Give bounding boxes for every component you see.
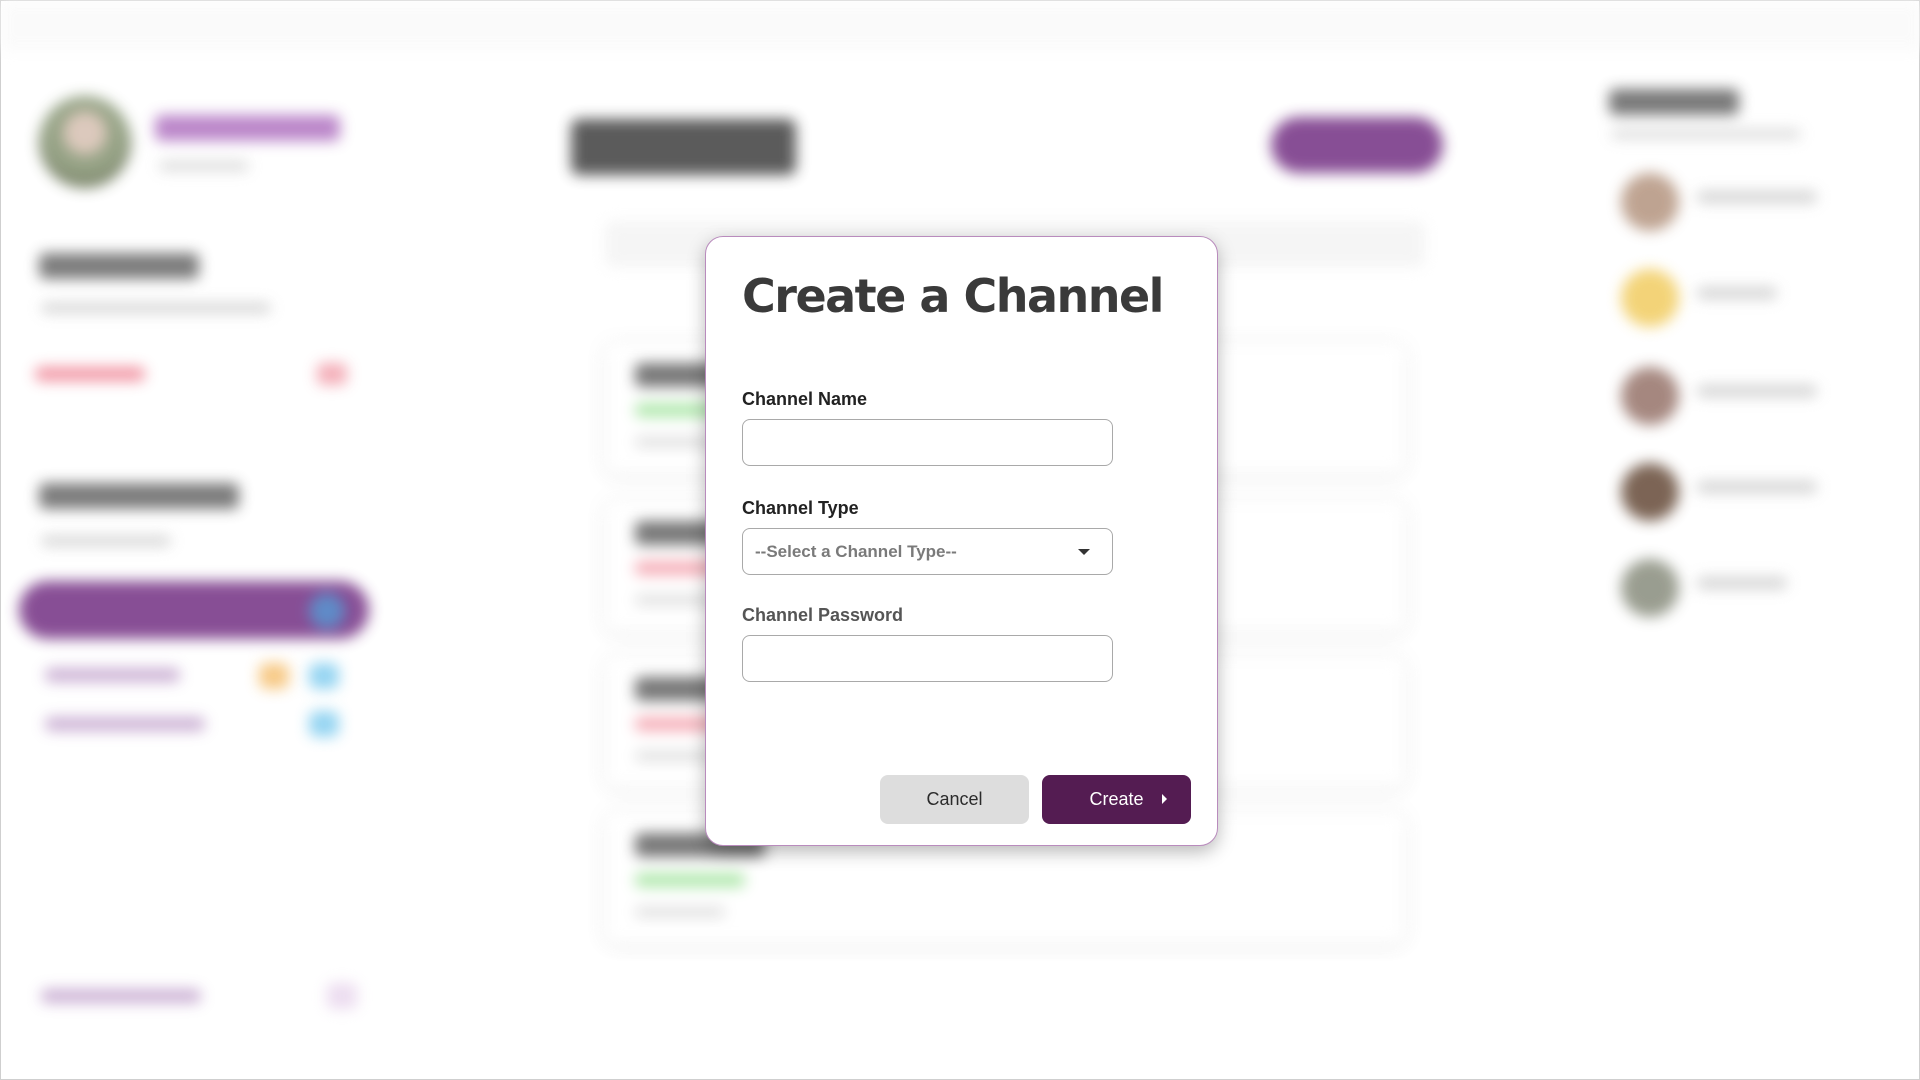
badge-icon: [309, 663, 339, 689]
app-window: Create a Channel Channel Name Channel Ty…: [0, 0, 1920, 1080]
badge-icon: [259, 663, 289, 689]
channel-password-input[interactable]: [742, 635, 1113, 682]
channel-badge-icon: [309, 593, 345, 629]
avatar: [1621, 367, 1679, 425]
member-name: [1697, 577, 1787, 589]
arrow-right-icon: [1162, 794, 1167, 804]
channel-name-input[interactable]: [742, 419, 1113, 466]
user-name-placeholder: [155, 115, 340, 141]
settings-link-placeholder: [41, 989, 201, 1003]
logout-link-placeholder: [35, 367, 145, 381]
avatar: [1621, 173, 1679, 231]
channel-type-selected-value: --Select a Channel Type--: [755, 541, 957, 561]
avatar: [1621, 463, 1679, 521]
sidebar-subline: [41, 303, 271, 313]
logout-icon: [317, 363, 347, 385]
card-tag: [635, 873, 745, 887]
channel-password-label: Channel Password: [742, 605, 904, 625]
sidebar-heading-channels: [39, 483, 239, 509]
top-bar: [1, 1, 1920, 49]
create-button[interactable]: Create: [1042, 775, 1191, 824]
member-name: [1697, 385, 1817, 397]
card-line: [635, 907, 725, 917]
sidebar-item: [45, 668, 180, 682]
badge-icon: [309, 711, 339, 737]
user-avatar: [39, 96, 131, 188]
member-name: [1697, 191, 1817, 203]
sidebar-subline: [41, 536, 171, 546]
members-heading: [1609, 89, 1739, 115]
user-status-placeholder: [159, 161, 249, 171]
sidebar-heading-information: [39, 253, 199, 279]
cancel-button[interactable]: Cancel: [880, 775, 1029, 824]
member-name: [1697, 481, 1817, 493]
channel-type-label: Channel Type: [742, 498, 859, 518]
cancel-button-label: Cancel: [926, 789, 983, 809]
sidebar-item: [45, 717, 205, 731]
settings-icon: [327, 983, 357, 1009]
create-channel-dialog: Create a Channel Channel Name Channel Ty…: [705, 236, 1218, 846]
avatar: [1621, 559, 1679, 617]
channel-type-select[interactable]: --Select a Channel Type--: [742, 528, 1113, 575]
create-button-label: Create: [1089, 789, 1144, 809]
dialog-title: Create a Channel: [742, 269, 1164, 323]
channel-name-label: Channel Name: [742, 389, 868, 409]
member-name: [1697, 287, 1777, 299]
chevron-down-icon: [1078, 548, 1090, 555]
page-title-placeholder: [571, 119, 796, 175]
avatar: [1621, 269, 1679, 327]
members-subline: [1611, 129, 1801, 139]
create-channel-button-placeholder: [1271, 117, 1443, 173]
